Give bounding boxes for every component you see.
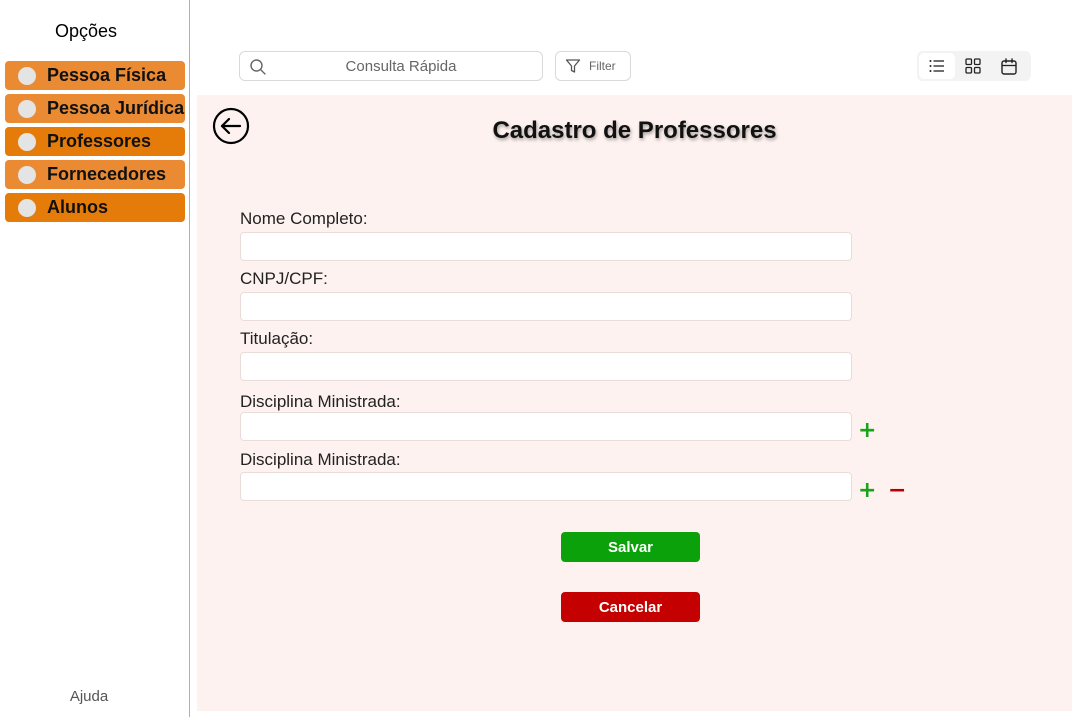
sidebar-item-label: Pessoa Física xyxy=(47,65,167,85)
form-panel: Cadastro de Professores Nome Completo: C… xyxy=(197,95,1072,711)
calendar-view-button[interactable] xyxy=(991,53,1027,79)
sidebar-item-alunos[interactable]: Alunos xyxy=(5,193,185,222)
sidebar-item-label: Alunos xyxy=(47,197,108,217)
sidebar: Opções Pessoa Física Pessoa Jurídica Pro… xyxy=(0,0,190,717)
sidebar-item-label: Fornecedores xyxy=(47,164,167,184)
grid-view-button[interactable] xyxy=(955,53,991,79)
circle-icon xyxy=(18,66,36,85)
search-icon xyxy=(250,59,266,75)
nome-completo-label: Nome Completo: xyxy=(240,209,368,228)
sidebar-item-pessoa-fisica[interactable]: Pessoa Física xyxy=(5,61,185,90)
filter-icon xyxy=(565,59,581,73)
add-disciplina-button[interactable]: + xyxy=(858,420,876,442)
help-link[interactable]: Ajuda xyxy=(0,688,178,705)
disciplina-ministrada-label: Disciplina Ministrada: xyxy=(240,450,401,469)
page-title: Cadastro de Professores xyxy=(492,117,777,144)
filter-button[interactable]: Filter xyxy=(555,51,631,81)
sidebar-item-pessoa-juridica[interactable]: Pessoa Jurídica xyxy=(5,94,185,123)
sidebar-item-label: Pessoa Jurídica xyxy=(47,98,185,118)
sidebar-item-label: Professores xyxy=(47,131,152,151)
sidebar-item-professores[interactable]: Professores xyxy=(5,127,185,156)
cnpj-cpf-label: CNPJ/CPF: xyxy=(240,269,328,288)
circle-icon xyxy=(18,99,36,118)
disciplina-ministrada-field[interactable] xyxy=(240,412,852,441)
cancel-button[interactable]: Cancelar xyxy=(561,592,700,622)
calendar-icon xyxy=(1001,57,1017,75)
list-icon xyxy=(929,60,944,72)
filter-label: Filter xyxy=(589,59,616,73)
sidebar-item-fornecedores[interactable]: Fornecedores xyxy=(5,160,185,189)
titulacao-field[interactable] xyxy=(240,352,852,381)
circle-icon xyxy=(18,198,36,217)
remove-disciplina-button[interactable]: − xyxy=(888,480,906,502)
sidebar-title: Opções xyxy=(54,21,118,41)
titulacao-label: Titulação: xyxy=(240,329,314,348)
nome-completo-field[interactable] xyxy=(240,232,852,261)
list-view-button[interactable] xyxy=(919,53,955,79)
search-box xyxy=(239,51,543,81)
circle-icon xyxy=(18,132,36,151)
save-button[interactable]: Salvar xyxy=(561,532,700,562)
search-input[interactable] xyxy=(240,52,542,80)
disciplina-ministrada-label: Disciplina Ministrada: xyxy=(240,392,401,411)
add-disciplina-button[interactable]: + xyxy=(858,480,876,502)
cnpj-cpf-field[interactable] xyxy=(240,292,852,321)
disciplina-ministrada-field[interactable] xyxy=(240,472,852,501)
circle-icon xyxy=(18,165,36,184)
grid-icon xyxy=(965,58,981,74)
view-toggle xyxy=(917,51,1031,81)
